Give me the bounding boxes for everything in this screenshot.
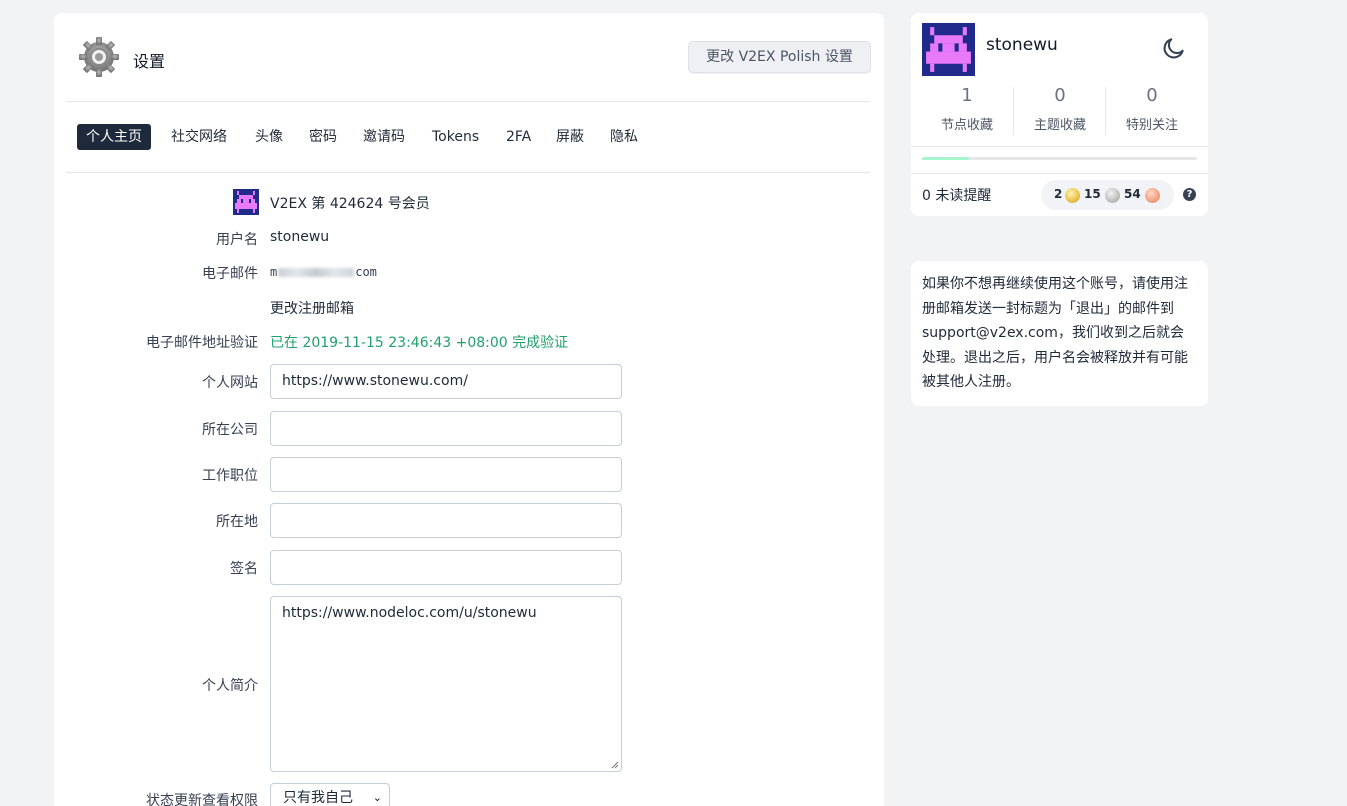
help-icon[interactable]: ?: [1183, 188, 1196, 201]
balance-badge[interactable]: 2 15 54: [1041, 180, 1174, 210]
stat-topic-favorites[interactable]: 0 主题收藏: [1014, 85, 1106, 133]
divider: [911, 146, 1208, 147]
company-input[interactable]: [270, 411, 622, 446]
website-input[interactable]: https://www.stonewu.com/: [270, 364, 622, 399]
tab-avatar[interactable]: 头像: [246, 124, 292, 150]
resize-handle-icon[interactable]: [611, 761, 619, 769]
tab-invite[interactable]: 邀请码: [354, 124, 414, 150]
username-value: stonewu: [270, 229, 330, 245]
silver-coin-icon: [1105, 188, 1120, 203]
stat-node-favorites[interactable]: 1 节点收藏: [921, 85, 1013, 133]
settings-panel: 设置 更改 V2EX Polish 设置 个人主页 社交网络 头像 密码 邀请码…: [54, 13, 884, 806]
email-verify-label: 电子邮件地址验证: [146, 335, 258, 351]
activity-progress-fill: [922, 157, 969, 160]
bio-text: https://www.nodeloc.com/u/stonewu: [282, 605, 537, 621]
location-input[interactable]: [270, 503, 622, 538]
bio-label: 个人简介: [202, 678, 258, 694]
tab-privacy[interactable]: 隐私: [601, 124, 647, 150]
activity-progress-bar: [922, 157, 1197, 160]
tab-profile[interactable]: 个人主页: [77, 124, 151, 150]
gear-icon: [79, 37, 119, 77]
polish-settings-button[interactable]: 更改 V2EX Polish 设置: [688, 41, 871, 73]
stat-number: 0: [1054, 85, 1066, 106]
signature-input[interactable]: [270, 550, 622, 585]
bio-textarea[interactable]: https://www.nodeloc.com/u/stonewu: [270, 596, 622, 772]
stat-label: 特别关注: [1125, 118, 1178, 133]
tab-password[interactable]: 密码: [300, 124, 346, 150]
stat-number: 0: [1146, 85, 1158, 106]
change-email-link[interactable]: 更改注册邮箱: [270, 298, 354, 318]
job-title-input[interactable]: [270, 457, 622, 492]
email-label: 电子邮件: [202, 266, 258, 282]
privacy-label: 状态更新查看权限: [146, 793, 258, 806]
company-label: 所在公司: [202, 422, 258, 438]
settings-header: 设置 更改 V2EX Polish 设置: [66, 13, 871, 102]
privacy-select-value: 只有我自己: [283, 790, 353, 806]
unread-notifications-link[interactable]: 0 未读提醒: [922, 185, 991, 205]
gold-count: 2: [1054, 187, 1063, 201]
silver-count: 15: [1084, 187, 1101, 201]
privacy-select[interactable]: 只有我自己 ⌄: [270, 783, 390, 806]
bronze-count: 54: [1124, 187, 1141, 201]
signature-label: 签名: [230, 561, 258, 577]
moon-icon[interactable]: [1161, 35, 1187, 61]
notice-text: 如果你不想再继续使用这个账号，请使用注册邮箱发送一封标题为「退出」的邮件到 su…: [922, 276, 1188, 390]
tab-block[interactable]: 屏蔽: [547, 124, 593, 150]
job-title-label: 工作职位: [202, 468, 258, 484]
tab-2fa[interactable]: 2FA: [497, 124, 540, 150]
website-label: 个人网站: [202, 375, 258, 391]
divider: [911, 173, 1208, 174]
username-link[interactable]: stonewu: [986, 35, 1058, 55]
stat-label: 节点收藏: [940, 118, 993, 133]
location-label: 所在地: [216, 514, 258, 530]
member-number: V2EX 第 424624 号会员: [270, 196, 430, 212]
bronze-coin-icon: [1145, 188, 1160, 203]
user-panel: stonewu 1 节点收藏 0 主题收藏 0 特别关注 0 未读提醒 2 15…: [911, 13, 1208, 216]
username-label: 用户名: [216, 232, 258, 248]
account-deletion-notice: 如果你不想再继续使用这个账号，请使用注册邮箱发送一封标题为「退出」的邮件到 su…: [911, 261, 1208, 406]
avatar-small: [233, 189, 259, 215]
stat-label: 主题收藏: [1033, 118, 1086, 133]
tab-tokens[interactable]: Tokens: [423, 124, 488, 150]
email-value: m com: [270, 265, 377, 279]
page-title: 设置: [133, 52, 166, 71]
settings-tabs: 个人主页 社交网络 头像 密码 邀请码 Tokens 2FA 屏蔽 隐私: [66, 102, 870, 173]
gold-coin-icon: [1065, 188, 1080, 203]
avatar[interactable]: [922, 23, 975, 76]
tab-social[interactable]: 社交网络: [162, 124, 236, 150]
stat-number: 1: [961, 85, 973, 106]
email-verify-status: 已在 2019-11-15 23:46:43 +08:00 完成验证: [270, 335, 569, 351]
stat-following[interactable]: 0 特别关注: [1106, 85, 1198, 133]
chevron-down-icon: ⌄: [372, 791, 382, 804]
